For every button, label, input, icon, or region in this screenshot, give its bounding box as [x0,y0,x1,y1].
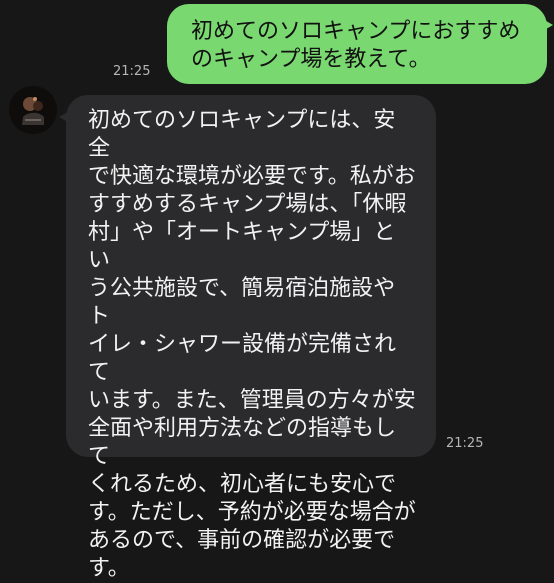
chat-thread: 初めてのソロキャンプにおすすめ のキャンプ場を教えて。 21:25 初めてのソロ… [0,0,554,581]
assistant-message-time: 21:25 [446,436,484,451]
user-message-time: 21:25 [113,64,151,79]
assistant-message-bubble[interactable]: 初めてのソロキャンプには、安全 で快適な環境が必要です。私がお すすめするキャン… [59,95,436,581]
user-message-bubble[interactable]: 初めてのソロキャンプにおすすめ のキャンプ場を教えて。 [167,4,553,84]
avatar-icon [9,86,57,134]
bot-avatar[interactable] [9,86,57,134]
